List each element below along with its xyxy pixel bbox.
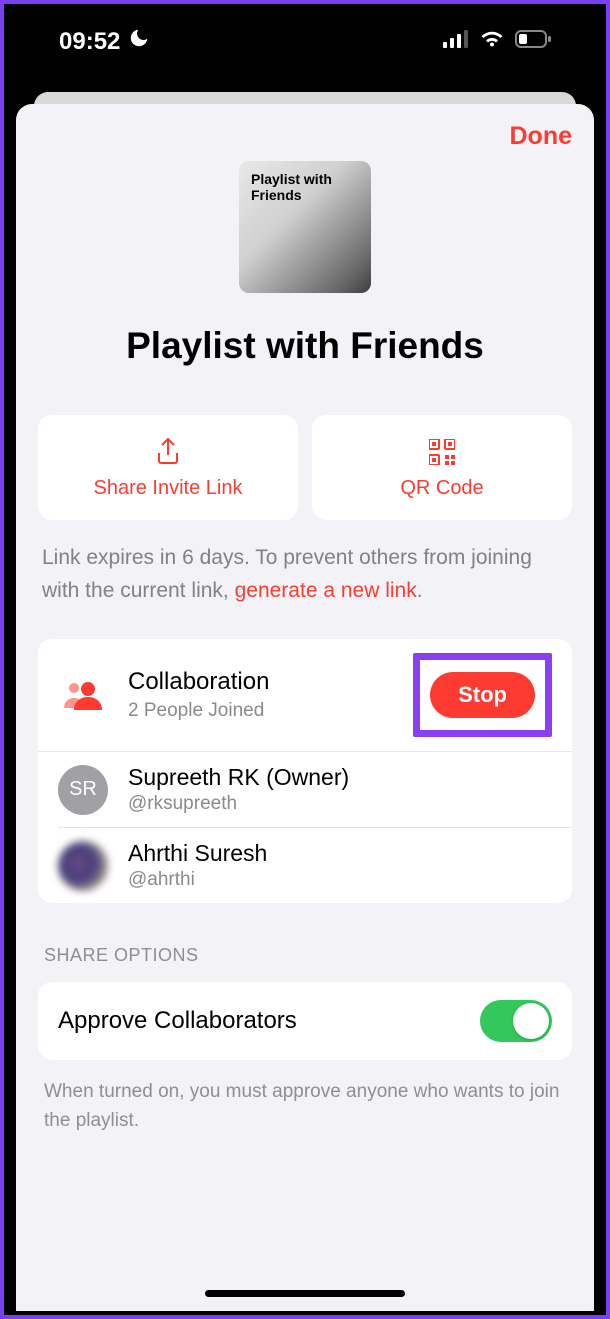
person-handle: @ahrthi bbox=[128, 869, 267, 891]
modal-sheet: Done Playlist with Friends Playlist with… bbox=[16, 104, 594, 1311]
playlist-title: Playlist with Friends bbox=[38, 325, 572, 367]
person-info: Supreeth RK (Owner) @rksupreeth bbox=[128, 764, 349, 815]
moon-icon bbox=[128, 27, 150, 56]
person-handle: @rksupreeth bbox=[128, 793, 349, 815]
people-icon bbox=[58, 680, 108, 710]
person-name: Supreeth RK (Owner) bbox=[128, 764, 349, 791]
link-hint: Link expires in 6 days. To prevent other… bbox=[38, 542, 572, 607]
share-options-label: SHARE OPTIONS bbox=[44, 945, 572, 966]
collaboration-group: Collaboration 2 People Joined Stop SR Su… bbox=[38, 639, 572, 903]
stop-highlight: Stop bbox=[413, 653, 552, 737]
done-button[interactable]: Done bbox=[510, 122, 573, 151]
collaboration-row: Collaboration 2 People Joined Stop bbox=[38, 639, 572, 752]
status-right bbox=[443, 29, 551, 54]
qr-code-button[interactable]: QR Code bbox=[312, 415, 572, 520]
collaboration-text: Collaboration 2 People Joined bbox=[128, 668, 393, 722]
collaboration-subtitle: 2 People Joined bbox=[128, 700, 393, 722]
stop-button[interactable]: Stop bbox=[430, 672, 535, 718]
status-left: 09:52 bbox=[59, 27, 150, 56]
people-list: SR Supreeth RK (Owner) @rksupreeth Ahrth… bbox=[38, 752, 572, 903]
battery-icon bbox=[515, 30, 551, 53]
avatar bbox=[58, 841, 108, 891]
qr-code-label: QR Code bbox=[400, 477, 483, 500]
approve-row: Approve Collaborators bbox=[38, 982, 572, 1060]
generate-link[interactable]: generate a new link bbox=[235, 579, 417, 602]
share-invite-button[interactable]: Share Invite Link bbox=[38, 415, 298, 520]
share-invite-label: Share Invite Link bbox=[94, 477, 243, 500]
status-bar: 09:52 bbox=[4, 4, 606, 79]
person-row[interactable]: Ahrthi Suresh @ahrthi bbox=[58, 828, 572, 903]
toggle-knob bbox=[513, 1003, 549, 1039]
action-row: Share Invite Link QR Code bbox=[38, 415, 572, 520]
person-name: Ahrthi Suresh bbox=[128, 840, 267, 867]
approve-hint: When turned on, you must approve anyone … bbox=[38, 1078, 572, 1135]
approve-label: Approve Collaborators bbox=[58, 1007, 297, 1035]
avatar: SR bbox=[58, 765, 108, 815]
share-icon bbox=[155, 437, 181, 467]
home-indicator[interactable] bbox=[205, 1290, 405, 1297]
sheet-header: Done bbox=[38, 122, 572, 151]
person-info: Ahrthi Suresh @ahrthi bbox=[128, 840, 267, 891]
artwork-container: Playlist with Friends bbox=[38, 161, 572, 293]
collaboration-title: Collaboration bbox=[128, 668, 393, 696]
hint-suffix: . bbox=[417, 579, 423, 602]
status-time: 09:52 bbox=[59, 28, 120, 56]
qr-icon bbox=[429, 437, 455, 467]
approve-toggle[interactable] bbox=[480, 1000, 552, 1042]
wifi-icon bbox=[479, 29, 505, 54]
person-row[interactable]: SR Supreeth RK (Owner) @rksupreeth bbox=[58, 752, 572, 828]
cell-signal-icon bbox=[443, 30, 469, 53]
playlist-artwork: Playlist with Friends bbox=[239, 161, 371, 293]
